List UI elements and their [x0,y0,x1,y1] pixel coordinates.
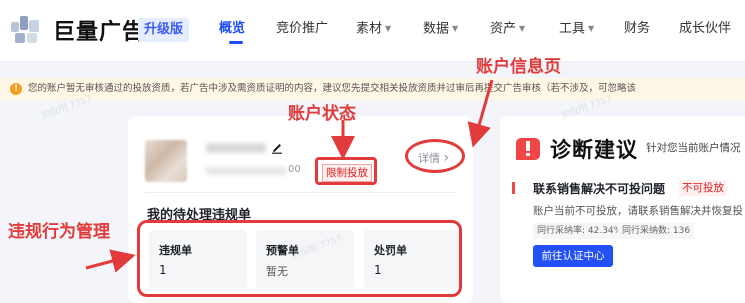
annotation-arrows [85,79,494,273]
arrow-to-violations [85,249,136,273]
arrow-to-detail [467,79,494,148]
